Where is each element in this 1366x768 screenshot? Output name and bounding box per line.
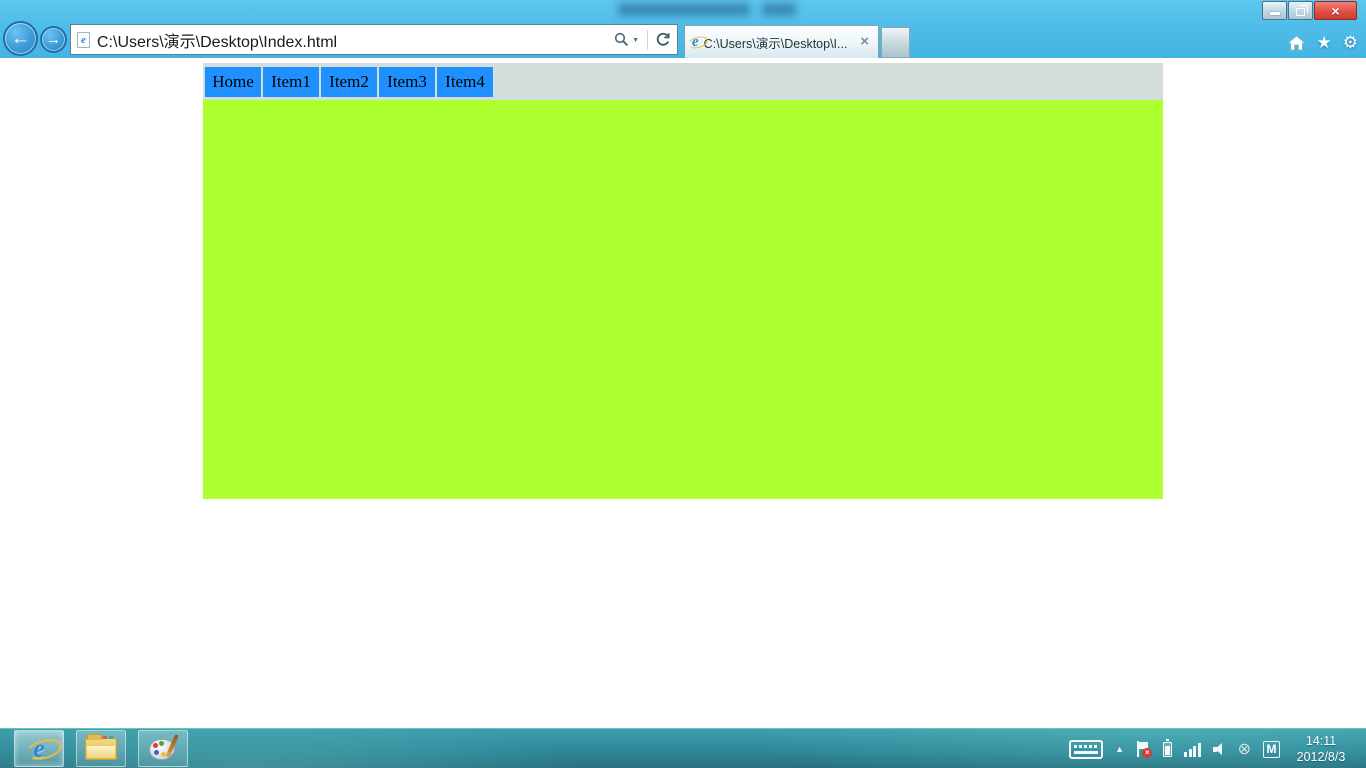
taskbar: e ▲ [0,728,1366,768]
nav-button-item3[interactable]: Item3 [379,67,435,97]
internet-explorer-icon: e [692,34,699,51]
taskbar-paint-button[interactable] [138,730,188,767]
tab-title: C:\Users\演示\Desktop\I... [704,33,859,52]
close-icon: × [1331,4,1339,18]
chrome-action-icons: ★ ⚙ [1287,33,1359,53]
show-hidden-icons-button[interactable]: ▲ [1115,744,1124,754]
tab-close-icon[interactable]: × [858,36,871,48]
system-tray: ▲ × ⊗ M [1069,729,1280,768]
forward-button[interactable]: → [40,26,67,53]
internet-explorer-icon: e [33,734,45,764]
taskbar-apps: e [14,730,188,767]
search-dropdown-icon[interactable]: ▼ [632,37,639,44]
touch-keyboard-icon[interactable] [1069,740,1103,759]
page-content-area [203,100,1163,499]
browser-chrome: × ← → e C:\Users\演示\Desktop\Index.html ▼… [0,0,1366,58]
forward-arrow-icon: → [46,31,61,48]
back-arrow-icon: ← [11,28,30,50]
blurred-background-window-title [618,3,750,16]
action-center-alert-badge: × [1142,748,1152,758]
minimize-icon [1270,12,1280,15]
search-icon[interactable] [614,32,629,47]
site-navbar: Home Item1 Item2 Item3 Item4 [203,63,1163,100]
nav-button-item4[interactable]: Item4 [437,67,493,97]
taskbar-file-explorer-button[interactable] [76,730,126,767]
close-button[interactable]: × [1314,1,1357,20]
taskbar-clock[interactable]: 14:11 2012/8/3 [1286,733,1356,765]
screen: × ← → e C:\Users\演示\Desktop\Index.html ▼… [0,0,1366,768]
folder-tab-teal [109,736,113,739]
settings-gear-icon[interactable]: ⚙ [1343,33,1358,53]
sync-status-icon[interactable]: ⊗ [1238,739,1251,759]
network-signal-icon[interactable] [1184,742,1201,757]
page-viewport: Home Item1 Item2 Item3 Item4 [0,58,1366,728]
nav-button-home[interactable]: Home [205,67,261,97]
battery-icon[interactable] [1163,742,1172,757]
blurred-background-window-title-suffix [762,3,796,16]
nav-button-item2[interactable]: Item2 [321,67,377,97]
browser-tab[interactable]: e C:\Users\演示\Desktop\I... × [684,25,879,58]
address-bar-divider [647,30,648,50]
address-input[interactable]: C:\Users\演示\Desktop\Index.html [97,28,614,52]
restore-icon [1296,8,1305,16]
file-explorer-folder-icon [85,738,117,760]
clock-date: 2012/8/3 [1286,749,1356,765]
nav-button-item1[interactable]: Item1 [263,67,319,97]
taskbar-internet-explorer-button[interactable]: e [14,730,64,767]
volume-icon[interactable] [1213,743,1226,756]
paint-palette-icon [149,736,177,762]
clock-time: 14:11 [1286,733,1356,749]
favorites-star-icon[interactable]: ★ [1317,33,1332,53]
address-bar-tools: ▼ [614,30,671,50]
new-tab-button[interactable] [881,27,910,58]
restore-button[interactable] [1288,1,1313,20]
home-icon[interactable] [1287,35,1306,51]
page-favicon-icon: e [77,32,90,48]
input-method-indicator[interactable]: M [1263,741,1280,758]
folder-tab-red [103,736,107,739]
back-button[interactable]: ← [3,21,38,56]
action-center-flag-icon[interactable]: × [1136,741,1151,757]
refresh-icon[interactable] [655,32,671,48]
minimize-button[interactable] [1262,1,1287,20]
address-bar[interactable]: e C:\Users\演示\Desktop\Index.html ▼ [70,24,678,55]
